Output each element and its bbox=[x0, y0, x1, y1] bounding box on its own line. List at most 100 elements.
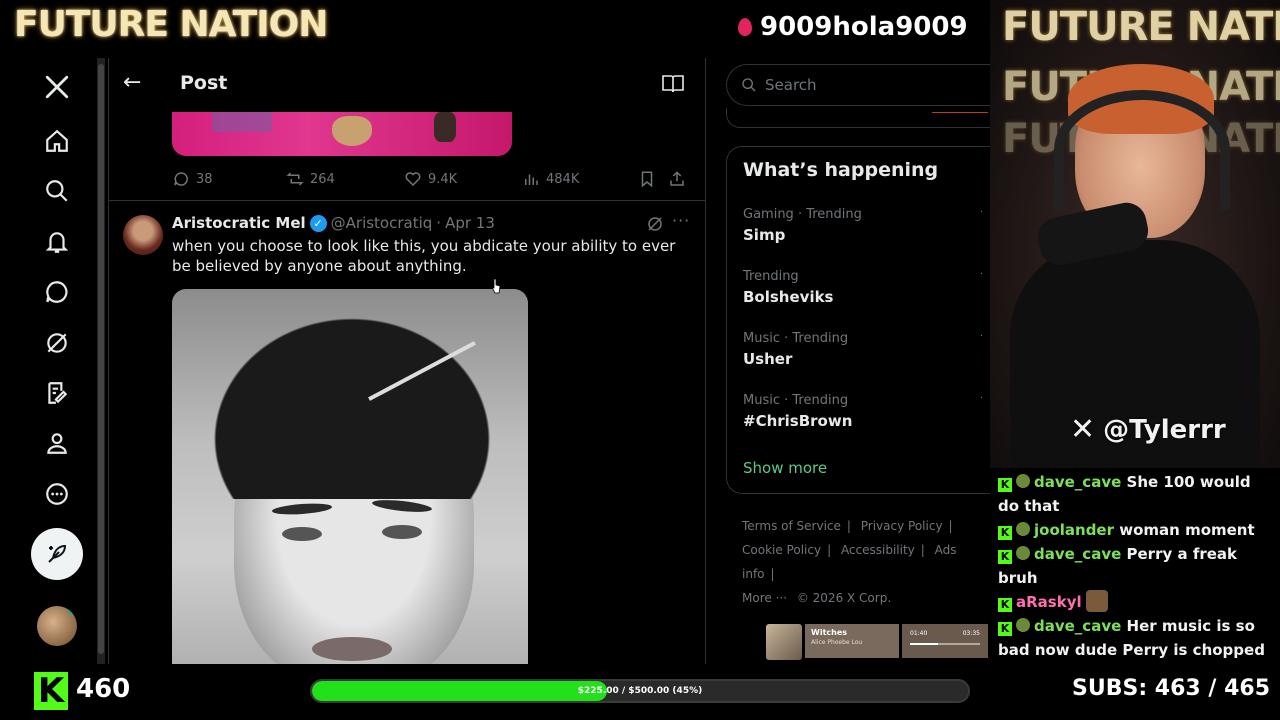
tweet-date[interactable]: Apr 13 bbox=[445, 214, 495, 232]
tweet-image[interactable] bbox=[172, 289, 528, 664]
media-shade bbox=[212, 112, 272, 132]
tweet-author-avatar[interactable] bbox=[123, 215, 163, 255]
trend-item[interactable]: Music · Trending #ChrisBrown · bbox=[743, 393, 983, 430]
trend-item[interactable]: Gaming · Trending Simp · bbox=[743, 207, 983, 244]
donation-goal-bar: $225.00 / $500.00 (45%) bbox=[310, 679, 970, 703]
more-link[interactable]: More ··· bbox=[742, 591, 787, 605]
copyright: © 2026 X Corp. bbox=[796, 591, 892, 605]
compose-post-button[interactable] bbox=[31, 528, 83, 580]
reader-mode-icon[interactable] bbox=[662, 74, 684, 94]
reply-button[interactable]: 38 bbox=[172, 170, 286, 188]
track-elapsed: 01:40 bbox=[910, 630, 928, 637]
lists-icon[interactable] bbox=[36, 372, 78, 414]
messages-icon[interactable] bbox=[36, 271, 78, 313]
trend-meta: Music · Trending bbox=[743, 331, 849, 346]
bookmark-icon bbox=[641, 171, 653, 188]
terms-link[interactable]: Terms of Service bbox=[742, 519, 841, 533]
profile-icon[interactable] bbox=[36, 422, 78, 464]
privacy-link[interactable]: Privacy Policy bbox=[861, 519, 943, 533]
kick-logo-icon: K bbox=[34, 672, 68, 710]
x-logo-icon: ✕ bbox=[1070, 412, 1096, 447]
share-button[interactable] bbox=[668, 170, 692, 188]
sub-badge-icon bbox=[1016, 618, 1030, 632]
home-icon[interactable] bbox=[36, 120, 78, 162]
cam-handle-text: @Tylerrr bbox=[1103, 414, 1226, 445]
track-duration: 03:35 bbox=[962, 630, 980, 637]
media-shoe bbox=[332, 116, 372, 146]
account-avatar[interactable] bbox=[37, 606, 77, 646]
album-art bbox=[766, 624, 802, 660]
chat-message: Kdave_cave She 100 would do that bbox=[998, 470, 1272, 518]
trend-name: #ChrisBrown bbox=[743, 412, 853, 430]
trend-name: Simp bbox=[743, 226, 786, 244]
repost-count: 264 bbox=[310, 171, 335, 187]
repost-button[interactable]: 264 bbox=[286, 170, 404, 188]
scrollbar-thumb[interactable] bbox=[98, 64, 104, 654]
tweet-text: when you choose to look like this, you a… bbox=[172, 237, 676, 275]
main-column: ← Post 38 264 9.4K 484K Aristocratic Mel… bbox=[108, 58, 706, 664]
chat-message: Kjoolander woman moment bbox=[998, 518, 1272, 542]
trend-more-icon[interactable]: · bbox=[980, 393, 983, 404]
track-artist: Alice Phoebe Lou bbox=[811, 639, 863, 646]
now-playing-widget: Witches Alice Phoebe Lou 01:40 03:35 bbox=[766, 624, 988, 660]
kick-badge-icon: K bbox=[998, 598, 1012, 612]
kick-badge-icon: K bbox=[998, 622, 1012, 636]
chat-message: Kdave_cave Her music is so bad now dude … bbox=[998, 614, 1272, 664]
cam-bg-text: FUTURE NATION bbox=[1002, 4, 1280, 50]
cookie-link[interactable]: Cookie Policy bbox=[742, 543, 821, 557]
online-indicator bbox=[68, 606, 77, 615]
analytics-icon bbox=[525, 174, 538, 185]
accessibility-link[interactable]: Accessibility bbox=[841, 543, 915, 557]
chat-message: Kdave_cave Perry a freak bruh bbox=[998, 542, 1272, 590]
chat-message: KaRaskyl bbox=[998, 590, 1272, 614]
reply-icon bbox=[174, 172, 188, 186]
image-eye bbox=[382, 525, 422, 539]
page-scrollbar[interactable] bbox=[97, 58, 105, 664]
trend-item[interactable]: Trending Bolsheviks · bbox=[743, 269, 983, 306]
like-button[interactable]: 9.4K bbox=[404, 170, 522, 188]
notifications-bell-icon[interactable] bbox=[36, 221, 78, 263]
x-logo-icon[interactable] bbox=[36, 66, 78, 108]
search-icon bbox=[742, 78, 756, 92]
track-progress-bar bbox=[910, 643, 980, 645]
tweet-author-handle[interactable]: @Aristocratiq bbox=[331, 214, 433, 232]
trend-more-icon[interactable]: · bbox=[980, 207, 983, 218]
grok-icon[interactable] bbox=[646, 215, 664, 233]
bookmark-button[interactable] bbox=[638, 170, 668, 188]
media-shoe bbox=[434, 112, 456, 142]
whats-happening-title: What’s happening bbox=[743, 159, 939, 181]
streamer-handle: 9009hola9009 bbox=[760, 12, 968, 42]
previous-post-media[interactable] bbox=[172, 112, 512, 156]
search-icon[interactable] bbox=[36, 170, 78, 212]
headset bbox=[1054, 90, 1230, 210]
sidebar-card-bottom bbox=[726, 108, 990, 128]
tweet-author-name[interactable]: Aristocratic Mel bbox=[172, 214, 306, 232]
search-input[interactable]: Search bbox=[726, 64, 990, 106]
grok-icon[interactable] bbox=[36, 322, 78, 364]
stream-bottom-bar: K 460 $225.00 / $500.00 (45%) SUBS: 463 … bbox=[0, 664, 1280, 720]
trend-more-icon[interactable]: · bbox=[980, 331, 983, 342]
views-button[interactable]: 484K bbox=[522, 170, 638, 188]
tweet-more-icon[interactable]: ··· bbox=[672, 211, 690, 230]
left-nav bbox=[0, 58, 100, 664]
subs-counter: SUBS: 463 / 465 bbox=[1072, 676, 1270, 701]
sub-badge-icon bbox=[1016, 546, 1030, 560]
chat-emote-icon bbox=[1085, 590, 1108, 612]
location-pin-icon bbox=[738, 18, 752, 36]
post-header: ← Post bbox=[109, 58, 705, 112]
sub-badge-icon bbox=[1016, 522, 1030, 536]
image-hair bbox=[192, 299, 512, 499]
back-arrow-icon[interactable]: ← bbox=[123, 70, 141, 95]
verified-badge-icon: ✓ bbox=[309, 214, 327, 232]
trend-meta: Music · Trending bbox=[743, 393, 849, 408]
show-more-link[interactable]: Show more bbox=[743, 459, 827, 477]
track-title: Witches bbox=[811, 628, 848, 637]
more-icon[interactable] bbox=[36, 473, 78, 515]
trend-more-icon[interactable]: · bbox=[980, 269, 983, 280]
cam-x-handle: ✕ @Tylerrr bbox=[1070, 412, 1226, 447]
reply-count: 38 bbox=[196, 171, 213, 187]
trend-item[interactable]: Music · Trending Usher · bbox=[743, 331, 983, 368]
heart-icon bbox=[405, 172, 421, 187]
kick-follower-count: 460 bbox=[76, 674, 131, 704]
repost-icon bbox=[286, 172, 304, 186]
